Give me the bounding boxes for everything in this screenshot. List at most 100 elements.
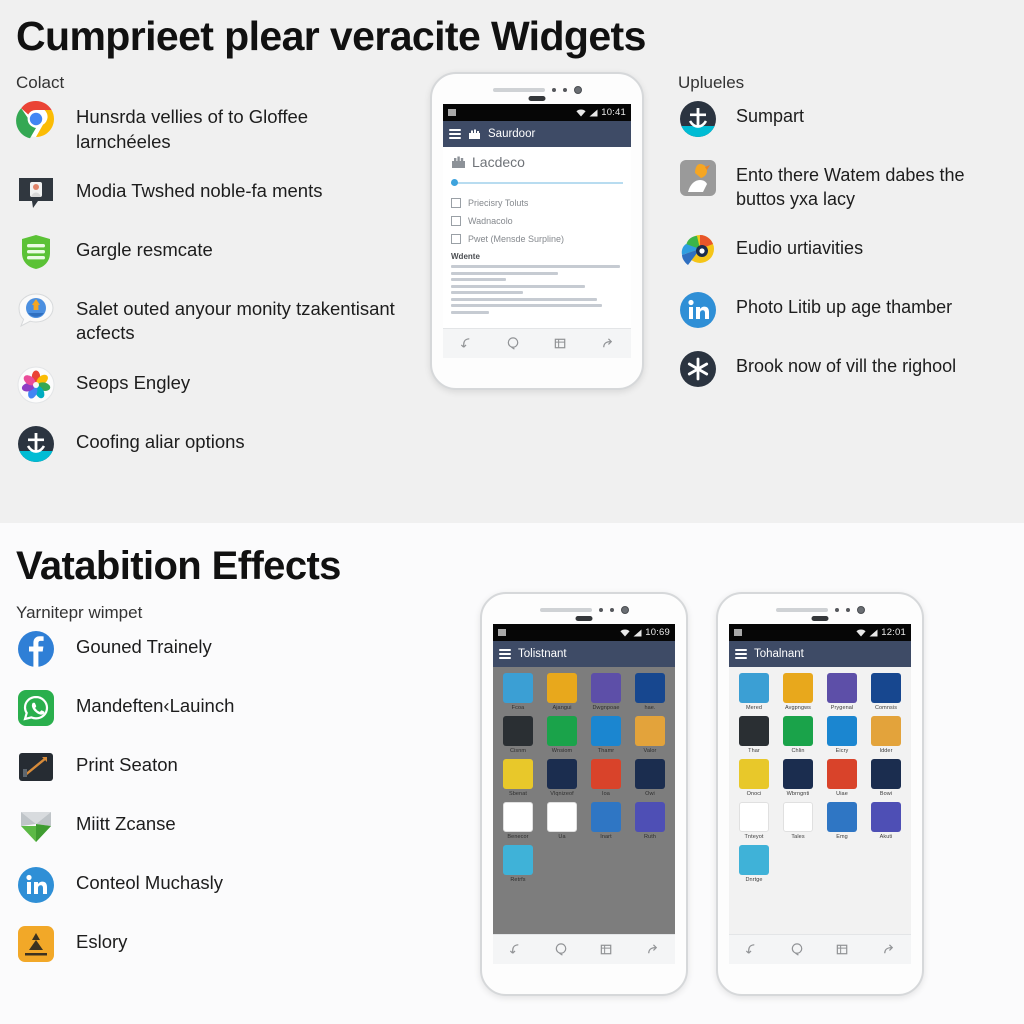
app-tile-icon[interactable] xyxy=(827,673,857,704)
app-tile-icon[interactable] xyxy=(635,802,665,833)
checkbox-row[interactable]: Priecisry Toluts xyxy=(451,198,623,209)
app-icon-cell[interactable]: Eicry xyxy=(822,716,862,754)
app-icon-cell[interactable]: Cisnm xyxy=(498,716,538,754)
list-item[interactable]: Ento there Watem dabes the buttos yxa la… xyxy=(678,158,1008,212)
app-tile-icon[interactable] xyxy=(591,759,621,790)
list-item[interactable]: Eudio urtiavities xyxy=(678,231,1008,271)
app-tile-icon[interactable] xyxy=(739,802,769,833)
list-item[interactable]: Print Seaton xyxy=(16,747,396,787)
app-icon-cell[interactable]: Prygenal xyxy=(822,673,862,711)
app-tile-icon[interactable] xyxy=(503,845,533,876)
search-icon[interactable] xyxy=(506,336,521,351)
app-icon-cell[interactable]: Mered xyxy=(734,673,774,711)
back-icon[interactable] xyxy=(459,336,474,351)
app-tile-icon[interactable] xyxy=(503,716,533,747)
app-tile-icon[interactable] xyxy=(871,802,901,833)
app-icon-cell[interactable]: Vlqnizeof xyxy=(542,759,582,797)
list-item[interactable]: Gouned Trainely xyxy=(16,629,396,669)
app-tile-icon[interactable] xyxy=(635,759,665,790)
app-icon-cell[interactable]: Wnsiom xyxy=(542,716,582,754)
app-tile-icon[interactable] xyxy=(739,759,769,790)
app-icon-cell[interactable]: Bowi xyxy=(866,759,906,797)
app-icon-cell[interactable]: Thar xyxy=(734,716,774,754)
list-item[interactable]: Mandeften‹Lauinch xyxy=(16,688,396,728)
list-item[interactable]: Photo Litib up age thamber xyxy=(678,290,1008,330)
app-tile-icon[interactable] xyxy=(739,716,769,747)
app-icon-cell[interactable]: Dnrtge xyxy=(734,845,774,883)
app-tile-icon[interactable] xyxy=(871,716,901,747)
app-tile-icon[interactable] xyxy=(547,716,577,747)
app-icon-cell[interactable]: Avgpngws xyxy=(778,673,818,711)
grid-icon[interactable] xyxy=(835,942,850,957)
app-icon-cell[interactable]: Sbenat xyxy=(498,759,538,797)
list-item[interactable]: Salet outed anyour monity tzakentisant a… xyxy=(16,291,396,346)
grid-icon[interactable] xyxy=(553,336,568,351)
back-icon[interactable] xyxy=(744,942,759,957)
back-icon[interactable] xyxy=(508,942,523,957)
app-tile-icon[interactable] xyxy=(783,673,813,704)
app-tile-icon[interactable] xyxy=(503,802,533,833)
app-icon-cell[interactable]: Ajangui xyxy=(542,673,582,711)
app-icon-cell[interactable]: Ua xyxy=(542,802,582,840)
app-tile-icon[interactable] xyxy=(591,802,621,833)
app-tile-icon[interactable] xyxy=(547,802,577,833)
checkbox-icon[interactable] xyxy=(451,234,461,245)
menu-icon[interactable] xyxy=(499,649,511,660)
app-tile-icon[interactable] xyxy=(827,802,857,833)
app-tile-icon[interactable] xyxy=(739,673,769,704)
app-tile-icon[interactable] xyxy=(547,673,577,704)
list-item[interactable]: Coofing aliar options xyxy=(16,424,396,464)
app-icon-cell[interactable]: Onoci xyxy=(734,759,774,797)
grid-icon[interactable] xyxy=(599,942,614,957)
app-tile-icon[interactable] xyxy=(871,673,901,704)
app-icon-cell[interactable]: Thamr xyxy=(586,716,626,754)
app-tile-icon[interactable] xyxy=(783,716,813,747)
app-tile-icon[interactable] xyxy=(503,759,533,790)
checkbox-row[interactable]: Wadnacolo xyxy=(451,216,623,227)
list-item[interactable]: Seops Engley xyxy=(16,365,396,405)
app-tile-icon[interactable] xyxy=(739,845,769,876)
slider-knob[interactable] xyxy=(451,179,458,187)
app-tile-icon[interactable] xyxy=(635,716,665,747)
app-tile-icon[interactable] xyxy=(591,716,621,747)
list-item[interactable]: Eslory xyxy=(16,924,396,964)
app-icon-cell[interactable]: Ioa xyxy=(586,759,626,797)
progress-slider[interactable] xyxy=(451,178,623,188)
app-tile-icon[interactable] xyxy=(827,759,857,790)
app-icon-cell[interactable]: Ruth xyxy=(630,802,670,840)
app-icon-cell[interactable]: hae. xyxy=(630,673,670,711)
list-item[interactable]: Modia Twshed noble-fa ments xyxy=(16,173,396,213)
checkbox-icon[interactable] xyxy=(451,216,461,227)
list-item[interactable]: Miitt Zcanse xyxy=(16,806,396,846)
share-icon[interactable] xyxy=(645,942,660,957)
app-icon-cell[interactable]: Wbrngnti xyxy=(778,759,818,797)
search-icon[interactable] xyxy=(790,942,805,957)
app-icon-cell[interactable]: Chlin xyxy=(778,716,818,754)
search-icon[interactable] xyxy=(554,942,569,957)
app-tile-icon[interactable] xyxy=(547,759,577,790)
list-item[interactable]: Conteol Muchasly xyxy=(16,865,396,905)
app-icon-cell[interactable]: Idder xyxy=(866,716,906,754)
share-icon[interactable] xyxy=(600,336,615,351)
checkbox-icon[interactable] xyxy=(451,198,461,209)
app-icon-cell[interactable]: Retrfs xyxy=(498,845,538,883)
app-icon-cell[interactable]: Comnsis xyxy=(866,673,906,711)
app-icon-cell[interactable]: Uiae xyxy=(822,759,862,797)
app-tile-icon[interactable] xyxy=(591,673,621,704)
app-icon-cell[interactable]: Owi xyxy=(630,759,670,797)
app-icon-cell[interactable]: Tnteyot xyxy=(734,802,774,840)
share-icon[interactable] xyxy=(881,942,896,957)
menu-icon[interactable] xyxy=(449,129,461,140)
app-icon-cell[interactable]: Valor xyxy=(630,716,670,754)
list-item[interactable]: Sumpart xyxy=(678,99,1008,139)
app-icon-cell[interactable]: Fcoa xyxy=(498,673,538,711)
checkbox-row[interactable]: Pwet (Mensde Surpline) xyxy=(451,234,623,245)
app-tile-icon[interactable] xyxy=(783,759,813,790)
app-icon-cell[interactable]: Emg xyxy=(822,802,862,840)
app-icon-cell[interactable]: Tales xyxy=(778,802,818,840)
app-icon-cell[interactable]: Akuti xyxy=(866,802,906,840)
app-icon-cell[interactable]: Inart xyxy=(586,802,626,840)
app-tile-icon[interactable] xyxy=(827,716,857,747)
app-tile-icon[interactable] xyxy=(871,759,901,790)
app-tile-icon[interactable] xyxy=(783,802,813,833)
